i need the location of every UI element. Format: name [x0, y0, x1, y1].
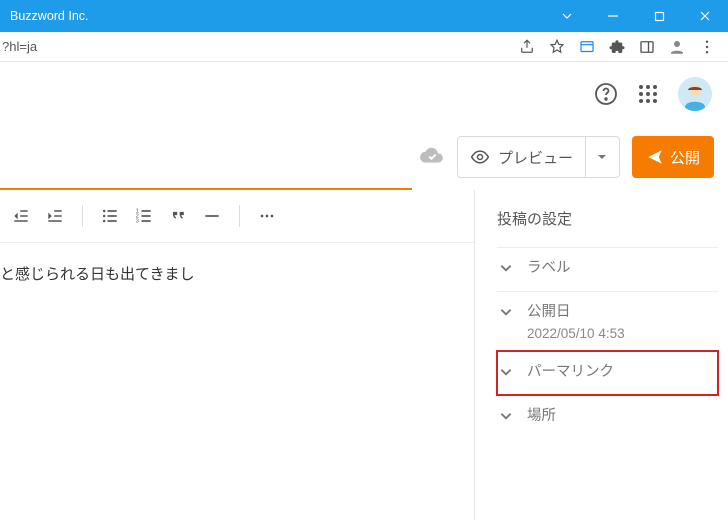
more-tools-button[interactable]	[250, 199, 284, 233]
numbered-list-button[interactable]: 123	[127, 199, 161, 233]
bullet-list-button[interactable]	[93, 199, 127, 233]
sidebar-title: 投稿の設定	[497, 208, 718, 229]
sidebar-item-label: 場所	[527, 406, 556, 428]
sidebar-item-label: ラベル	[527, 258, 571, 280]
publish-button[interactable]: 公開	[632, 136, 714, 178]
window-dropdown-icon[interactable]	[544, 0, 590, 32]
chevron-down-icon	[499, 305, 513, 319]
sidebar-item-label: 公開日	[527, 302, 625, 324]
window-maximize-button[interactable]	[636, 0, 682, 32]
sidepanel-icon[interactable]	[632, 32, 662, 62]
chevron-down-icon	[499, 409, 513, 423]
indent-decrease-button[interactable]	[4, 199, 38, 233]
screenshot-icon[interactable]	[572, 32, 602, 62]
browser-url-bar: ?hl=ja	[0, 32, 728, 62]
editor-toolbar: 123	[0, 190, 474, 242]
svg-text:3: 3	[136, 219, 139, 225]
sidebar-item-location[interactable]: 場所	[497, 395, 718, 439]
help-icon[interactable]	[594, 82, 618, 106]
share-icon[interactable]	[512, 32, 542, 62]
apps-grid-icon[interactable]	[636, 82, 660, 106]
sidebar-item-permalink[interactable]: パーマリンク	[497, 351, 718, 395]
eye-icon	[470, 147, 490, 167]
send-icon	[646, 148, 664, 166]
chevron-down-icon	[499, 261, 513, 275]
window-title: Buzzword Inc.	[10, 9, 89, 23]
profile-icon[interactable]	[662, 32, 692, 62]
app-header	[0, 62, 728, 126]
avatar[interactable]	[678, 77, 712, 111]
indent-increase-button[interactable]	[38, 199, 72, 233]
preview-label: プレビュー	[498, 147, 573, 168]
extensions-icon[interactable]	[602, 32, 632, 62]
chevron-down-icon	[499, 365, 513, 379]
menu-dots-icon[interactable]	[692, 32, 722, 62]
publish-label: 公開	[670, 147, 700, 168]
horizontal-rule-button[interactable]	[195, 199, 229, 233]
sidebar-item-subtext: 2022/05/10 4:53	[527, 326, 625, 341]
caret-down-icon	[596, 151, 608, 163]
content-text: と感じられる日も出てきまし	[0, 266, 195, 283]
preview-button[interactable]: プレビュー	[458, 137, 585, 177]
settings-sidebar: 投稿の設定 ラベル 公開日 2022/05/10 4:53 パーマリンク 場所	[474, 190, 728, 520]
sidebar-item-published[interactable]: 公開日 2022/05/10 4:53	[497, 291, 718, 351]
save-status-icon	[419, 142, 445, 173]
preview-dropdown-button[interactable]	[585, 137, 619, 177]
sidebar-item-label: パーマリンク	[527, 362, 614, 384]
window-titlebar: Buzzword Inc.	[0, 0, 728, 32]
editor-content[interactable]: と感じられる日も出てきまし	[0, 242, 474, 284]
bookmark-star-icon[interactable]	[542, 32, 572, 62]
editor-area: 123 と感じられる日も出てきまし	[0, 190, 474, 520]
quote-button[interactable]	[161, 199, 195, 233]
window-close-button[interactable]	[682, 0, 728, 32]
window-minimize-button[interactable]	[590, 0, 636, 32]
url-fragment: ?hl=ja	[0, 39, 37, 54]
sidebar-item-labels[interactable]: ラベル	[497, 247, 718, 291]
action-row: プレビュー 公開	[0, 126, 728, 188]
toolbar-separator	[239, 205, 240, 227]
toolbar-separator	[82, 205, 83, 227]
